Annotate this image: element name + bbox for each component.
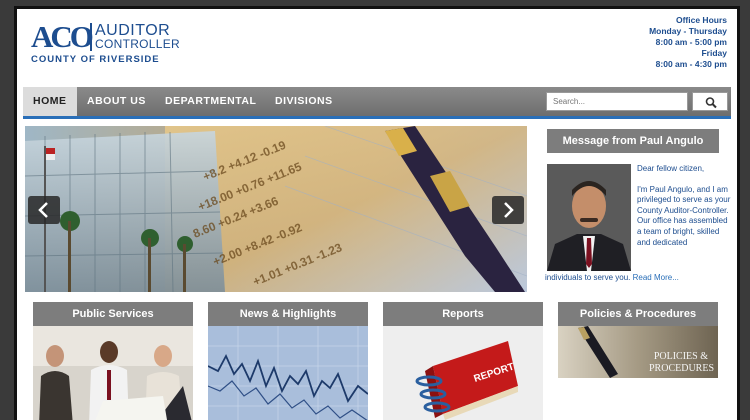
office-hours-days1: Monday - Thursday	[649, 26, 727, 36]
search-button[interactable]	[692, 92, 728, 111]
read-more-link[interactable]: Read More...	[633, 273, 679, 282]
site-logo[interactable]: ACO AUDITOR CONTROLLER COUNTY OF RIVERSI…	[31, 21, 191, 71]
hero-image: +8.2 +4.12 -0.19 +18.00 +0.76 +11.65 8.6…	[25, 126, 527, 292]
office-hours-title: Office Hours	[675, 15, 727, 25]
nav-about-us[interactable]: ABOUT US	[77, 87, 156, 116]
paul-angulo-photo	[547, 164, 631, 271]
stock-chart-photo	[208, 326, 368, 420]
nav-home[interactable]: HOME	[23, 87, 77, 116]
card-news-title[interactable]: News & Highlights	[208, 302, 368, 326]
message-tail: individuals to serve you. Read More...	[545, 273, 735, 283]
card-reports-title[interactable]: Reports	[383, 302, 543, 326]
message-body: Dear fellow citizen, I'm Paul Angulo, an…	[637, 164, 733, 258]
main-nav: HOME ABOUT US DEPARTMENTAL DIVISIONS	[23, 87, 731, 119]
slider-next-button[interactable]	[492, 196, 524, 224]
meeting-photo	[33, 326, 193, 420]
logo-line-controller: CONTROLLER	[95, 37, 181, 51]
logo-divider	[90, 23, 92, 51]
site-header: ACO AUDITOR CONTROLLER COUNTY OF RIVERSI…	[17, 9, 737, 85]
office-hours: Office Hours Monday - Thursday 8:00 am -…	[649, 15, 727, 70]
portrait-image	[547, 164, 631, 271]
office-hours-time1: 8:00 am - 5:00 pm	[655, 37, 727, 47]
hero-slider[interactable]: +8.2 +4.12 -0.19 +18.00 +0.76 +11.65 8.6…	[25, 126, 527, 292]
report-binder-illustration: REPORT	[383, 326, 543, 420]
card-public-services-image[interactable]	[33, 326, 193, 420]
card-public-services-title[interactable]: Public Services	[33, 302, 193, 326]
office-hours-time2: 8:00 am - 4:30 pm	[655, 59, 727, 69]
logo-line-county: COUNTY OF RIVERSIDE	[31, 54, 160, 65]
card-news-image[interactable]	[208, 326, 368, 420]
policies-photo: POLICIES & PROCEDURES	[558, 326, 718, 378]
message-tail-text: individuals to serve you.	[545, 273, 631, 282]
slider-prev-button[interactable]	[28, 196, 60, 224]
nav-departmental[interactable]: DEPARTMENTAL	[155, 87, 266, 116]
policies-overlay-line1: POLICIES &	[654, 351, 708, 362]
chevron-left-icon	[38, 202, 48, 218]
search-icon	[705, 97, 717, 109]
chevron-right-icon	[504, 202, 514, 218]
message-greeting: Dear fellow citizen,	[637, 164, 705, 173]
card-reports-image[interactable]: REPORT	[383, 326, 543, 420]
nav-divisions[interactable]: DIVISIONS	[265, 87, 343, 116]
message-paragraph: I'm Paul Angulo, and I am privileged to …	[637, 184, 731, 247]
office-hours-days2: Friday	[701, 48, 727, 58]
policies-overlay-line2: PROCEDURES	[649, 363, 714, 374]
search-input[interactable]	[546, 92, 688, 111]
logo-mark: ACO	[31, 19, 94, 54]
card-policies-title[interactable]: Policies & Procedures	[558, 302, 718, 326]
card-policies-image[interactable]: POLICIES & PROCEDURES	[558, 326, 718, 378]
message-title: Message from Paul Angulo	[547, 129, 719, 153]
page: ACO AUDITOR CONTROLLER COUNTY OF RIVERSI…	[14, 6, 740, 420]
